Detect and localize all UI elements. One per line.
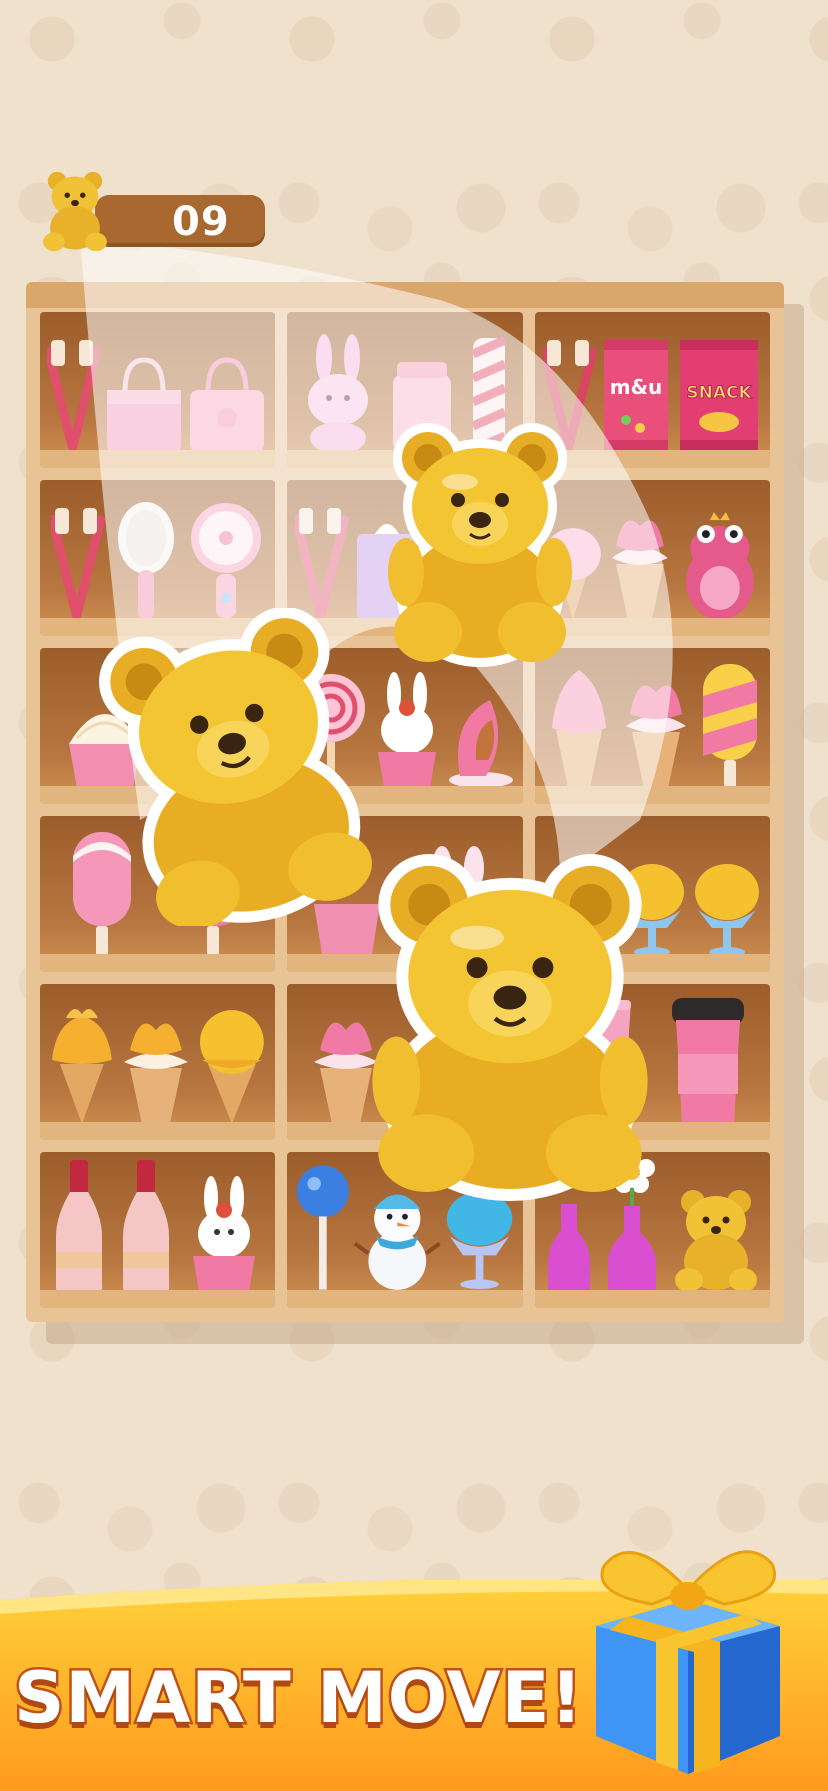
ice-cream-cone-icon[interactable] <box>542 666 616 790</box>
pink-vase-icon[interactable] <box>544 1200 594 1294</box>
svg-text:SNACK: SNACK <box>686 383 752 403</box>
hand-fan-icon[interactable] <box>187 498 265 622</box>
blue-lollipop-icon[interactable] <box>293 1160 353 1294</box>
smart-move-title: SMART MOVE! <box>11 1655 584 1742</box>
hair-brush-icon[interactable] <box>114 498 178 622</box>
ice-cream-cone-icon[interactable] <box>604 502 676 622</box>
gold-bear-icon <box>43 171 107 252</box>
ice-cream-cone-icon[interactable] <box>118 1002 194 1126</box>
toothbrush-icon[interactable] <box>50 504 105 622</box>
pink-bottle-icon[interactable] <box>119 1156 173 1294</box>
target-counter: 09 <box>40 165 265 255</box>
gold-bear-icon[interactable] <box>671 1184 761 1294</box>
shelf-cell[interactable] <box>534 648 770 804</box>
snack-bag-icon[interactable]: SNACK <box>676 336 762 454</box>
gift-box-icon[interactable] <box>582 1530 794 1776</box>
remaining-count: 09 <box>172 199 230 245</box>
toothbrush-icon[interactable] <box>46 336 101 454</box>
bunny-plush-icon[interactable] <box>299 334 377 454</box>
popsicle-icon[interactable] <box>697 660 763 790</box>
shelf-cell[interactable] <box>40 984 276 1140</box>
gold-bear-icon[interactable] <box>96 608 378 926</box>
handbag-icon[interactable] <box>103 354 185 454</box>
coffee-cup-icon[interactable] <box>668 994 748 1126</box>
shelf-cell[interactable] <box>40 312 276 468</box>
handbag-icon[interactable] <box>186 354 268 454</box>
ice-cream-cone-icon[interactable] <box>618 666 694 790</box>
shelf-top-board <box>26 282 784 308</box>
jelly-slice-icon[interactable] <box>446 680 516 790</box>
candy-bag-icon[interactable]: m&u <box>600 336 672 454</box>
pink-bottle-icon[interactable] <box>52 1156 106 1294</box>
bunny-cupcake-icon[interactable] <box>370 670 444 790</box>
toothbrush-icon[interactable] <box>294 504 349 622</box>
svg-text:m&u: m&u <box>610 375 663 399</box>
shelf-cell[interactable] <box>40 1152 276 1308</box>
frog-plush-icon[interactable] <box>676 512 764 622</box>
ice-cream-cone-icon[interactable] <box>194 1002 270 1126</box>
gold-bear-icon[interactable] <box>380 412 580 670</box>
lemon-sundae-icon[interactable] <box>690 858 764 958</box>
bunny-cupcake-icon[interactable] <box>185 1170 263 1294</box>
ice-cream-cone-icon[interactable] <box>46 1002 118 1126</box>
gold-bear-icon[interactable] <box>360 842 660 1204</box>
